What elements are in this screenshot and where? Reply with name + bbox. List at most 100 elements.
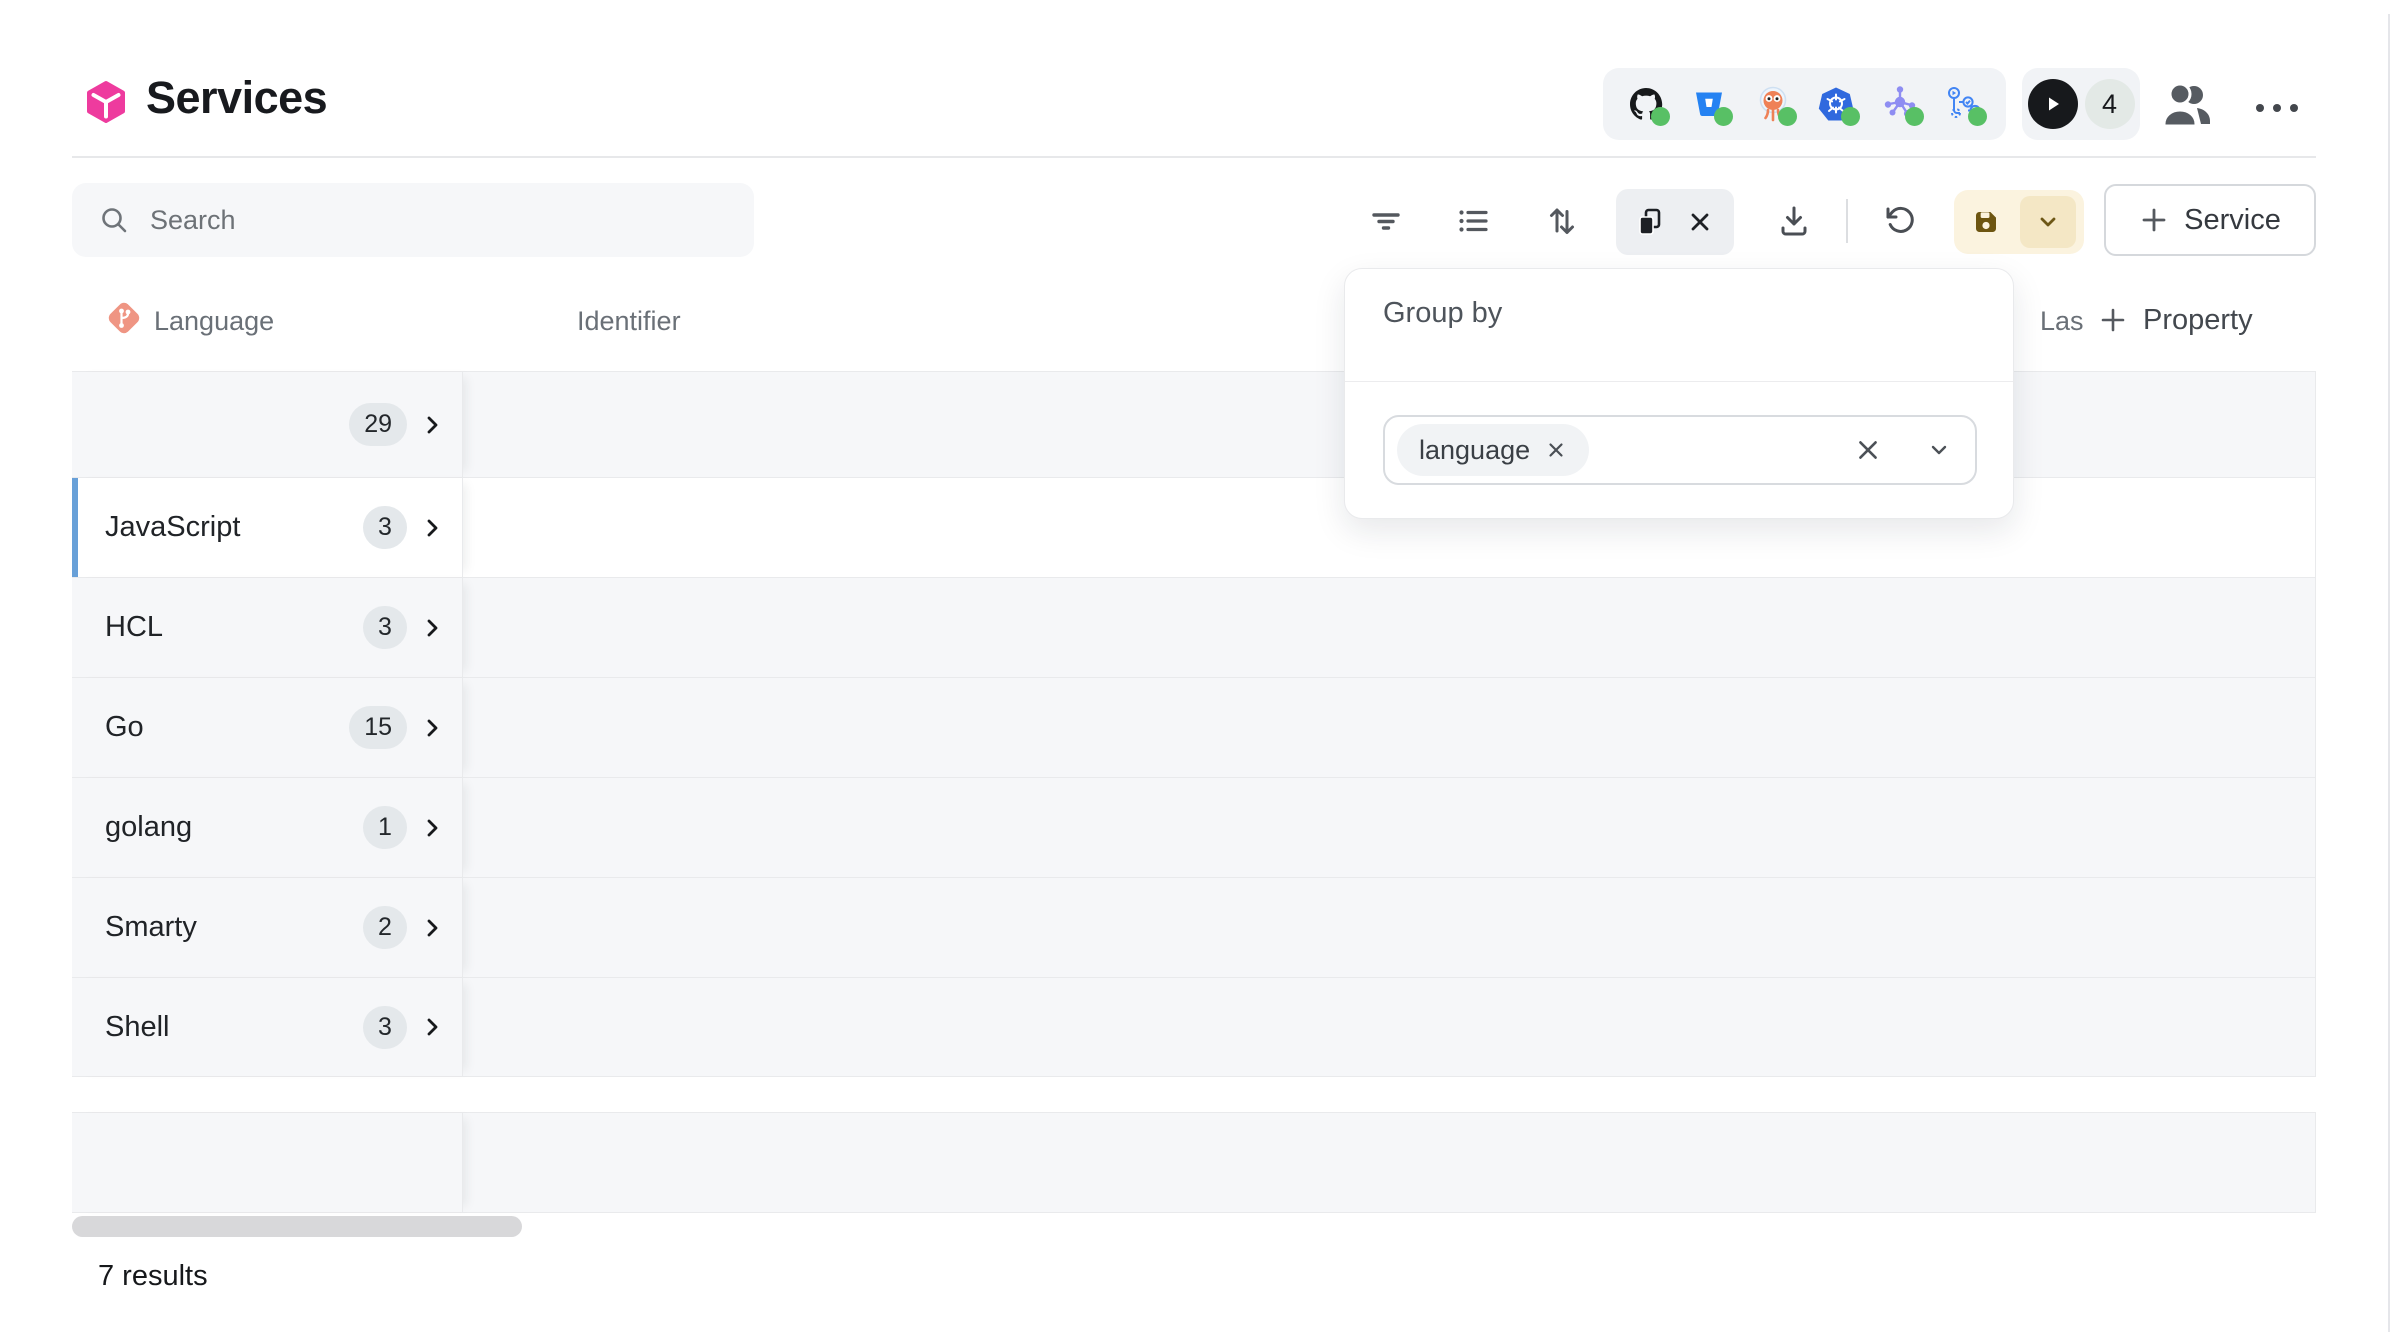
- group-label: Go: [105, 711, 349, 744]
- list-view-button[interactable]: [1450, 197, 1498, 245]
- chevron-right-icon[interactable]: [420, 616, 444, 640]
- runs-count-badge: 4: [2085, 79, 2135, 129]
- table-footer-row: [72, 1112, 2316, 1213]
- chevron-right-icon[interactable]: [420, 816, 444, 840]
- sort-icon: [1543, 202, 1581, 240]
- chevron-right-icon[interactable]: [420, 1015, 444, 1039]
- group-by-chip-language[interactable]: language: [1397, 424, 1589, 476]
- group-cell: 29: [72, 372, 463, 477]
- undo-icon: [1880, 202, 1918, 240]
- more-options-button[interactable]: [2256, 96, 2308, 120]
- group-cell: Smarty 2: [72, 878, 463, 977]
- users-icon[interactable]: [2160, 80, 2216, 130]
- column-header-last-truncated[interactable]: Las: [2040, 306, 2086, 337]
- chevron-right-icon[interactable]: [420, 916, 444, 940]
- save-options-caret[interactable]: [2020, 196, 2076, 248]
- group-count-badge: 3: [363, 606, 407, 649]
- search-field[interactable]: [72, 183, 754, 257]
- horizontal-scrollbar[interactable]: [72, 1216, 522, 1237]
- status-dot: [1778, 107, 1797, 126]
- add-service-button[interactable]: Service: [2104, 184, 2316, 256]
- column-header-identifier[interactable]: Identifier: [577, 306, 681, 337]
- table-row-golang[interactable]: golang 1: [72, 777, 2316, 877]
- chevron-right-icon[interactable]: [420, 516, 444, 540]
- table-row-smarty[interactable]: Smarty 2: [72, 877, 2316, 977]
- dot: [2256, 104, 2264, 112]
- bitbucket-integration-icon[interactable]: [1690, 85, 1728, 123]
- group-label: golang: [105, 811, 363, 844]
- chevron-right-icon[interactable]: [420, 716, 444, 740]
- search-input[interactable]: [150, 205, 728, 236]
- clear-all-icon[interactable]: [1855, 437, 1881, 463]
- group-label: HCL: [105, 611, 363, 644]
- filter-button[interactable]: [1362, 197, 1410, 245]
- column-header-language[interactable]: Language: [154, 306, 274, 337]
- group-count-badge: 2: [363, 906, 407, 949]
- integrations-status-bar: [1603, 68, 2006, 140]
- group-by-icon: [1634, 206, 1666, 238]
- popover-divider: [1345, 381, 2013, 382]
- group-by-title: Group by: [1383, 297, 1502, 330]
- window-right-border: [2388, 14, 2390, 1332]
- group-label: JavaScript: [105, 511, 363, 544]
- clear-group-by-icon[interactable]: [1684, 206, 1716, 238]
- dot: [2273, 104, 2281, 112]
- add-property-button[interactable]: Property: [2098, 298, 2253, 342]
- dot: [2290, 104, 2298, 112]
- group-by-popover: Group by language: [1344, 268, 2014, 519]
- kubernetes-integration-icon[interactable]: [1817, 85, 1855, 123]
- plus-icon: [2139, 205, 2169, 235]
- group-count-badge: 3: [363, 506, 407, 549]
- play-icon: [2028, 79, 2078, 129]
- group-cell: HCL 3: [72, 578, 463, 677]
- group-count-badge: 29: [349, 403, 407, 446]
- group-by-select[interactable]: language: [1383, 415, 1977, 485]
- chip-label: language: [1419, 435, 1530, 466]
- github-integration-icon[interactable]: [1627, 85, 1665, 123]
- runs-button[interactable]: 4: [2022, 68, 2140, 140]
- cluster-integration-icon[interactable]: [1881, 85, 1919, 123]
- git-property-icon: [104, 298, 144, 338]
- export-button[interactable]: [1770, 197, 1818, 245]
- group-label: Smarty: [105, 911, 363, 944]
- table-row-hcl[interactable]: HCL 3: [72, 577, 2316, 677]
- save-icon: [1970, 206, 2002, 238]
- header-divider: [72, 156, 2316, 158]
- footer-group-cell: [72, 1113, 463, 1212]
- group-cell: golang 1: [72, 778, 463, 877]
- list-icon: [1455, 202, 1493, 240]
- status-dot: [1651, 107, 1670, 126]
- page-title: Services: [146, 72, 327, 124]
- group-cell: JavaScript 3: [72, 478, 463, 577]
- chevron-right-icon[interactable]: [420, 413, 444, 437]
- save-view-button[interactable]: [1954, 190, 2084, 254]
- remove-chip-icon[interactable]: [1545, 439, 1567, 461]
- toolbar-separator: [1846, 199, 1848, 243]
- group-count-badge: 1: [363, 806, 407, 849]
- add-property-label: Property: [2143, 304, 2253, 337]
- status-dot: [1714, 107, 1733, 126]
- group-cell: Go 15: [72, 678, 463, 777]
- group-by-button-active[interactable]: [1616, 189, 1734, 255]
- results-count: 7 results: [98, 1260, 208, 1293]
- status-dot: [1905, 107, 1924, 126]
- group-count-badge: 3: [363, 1006, 407, 1049]
- search-icon: [98, 204, 130, 236]
- group-label: Shell: [105, 1011, 363, 1044]
- argocd-integration-icon[interactable]: [1754, 85, 1792, 123]
- chevron-down-icon: [2036, 210, 2060, 234]
- add-service-label: Service: [2184, 204, 2281, 237]
- reset-button[interactable]: [1875, 197, 1923, 245]
- table-row-go[interactable]: Go 15: [72, 677, 2316, 777]
- filter-icon: [1367, 202, 1405, 240]
- plus-icon: [2098, 305, 2128, 335]
- pipeline-integration-icon[interactable]: [1944, 85, 1982, 123]
- status-dot: [1841, 107, 1860, 126]
- services-cube-logo: [84, 80, 128, 124]
- table-row-shell[interactable]: Shell 3: [72, 977, 2316, 1077]
- group-cell: Shell 3: [72, 978, 463, 1076]
- status-dot: [1968, 107, 1987, 126]
- chevron-down-icon[interactable]: [1927, 438, 1951, 462]
- group-count-badge: 15: [349, 706, 407, 749]
- sort-button[interactable]: [1538, 197, 1586, 245]
